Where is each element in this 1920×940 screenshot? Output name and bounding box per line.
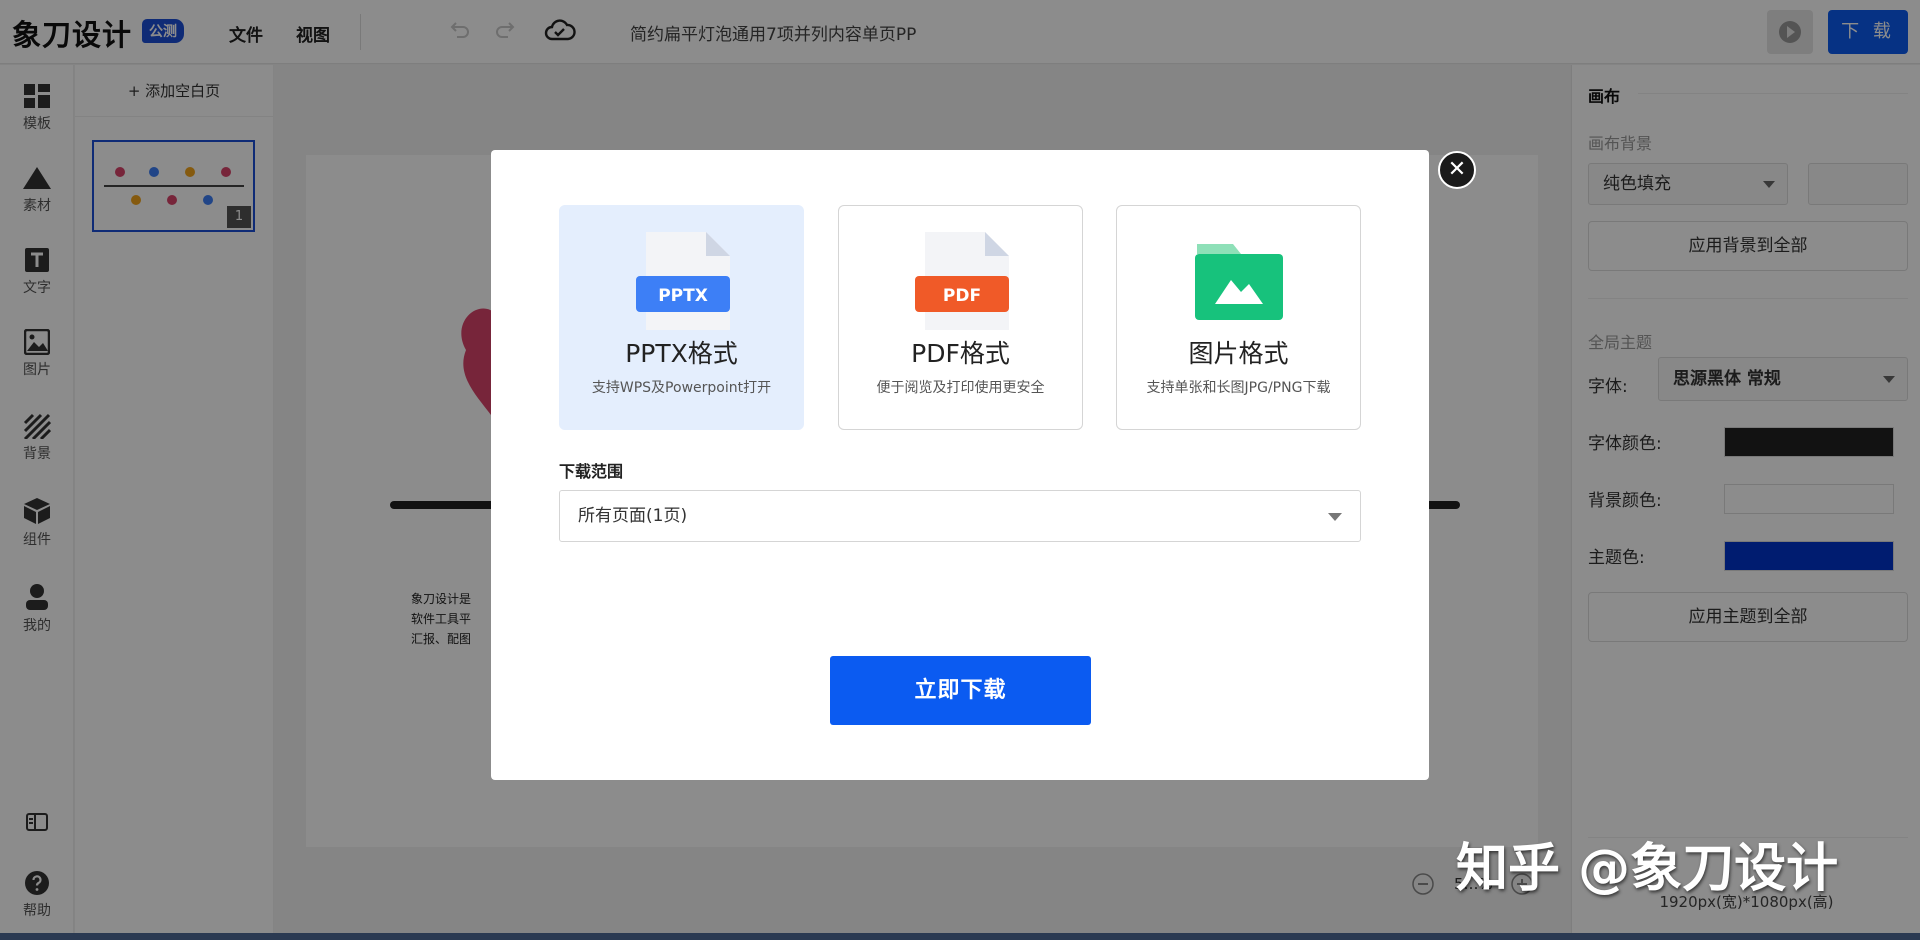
format-desc: 便于阅览及打印使用更安全 [876,380,1045,396]
download-dialog: PPTX PPTX格式 支持WPS及Powerpoint打开 PDF PDF格式… [491,150,1429,780]
format-name: PDF格式 [911,339,1010,368]
svg-text:PDF: PDF [943,286,981,306]
close-icon[interactable]: ✕ [1438,151,1476,189]
pptx-file-icon: PPTX [636,232,730,330]
format-name: 图片格式 [1188,339,1289,368]
image-folder-icon [1195,244,1283,320]
format-card-image[interactable]: 图片格式 支持单张和长图JPG/PNG下载 [1116,205,1361,430]
download-now-button[interactable]: 立即下载 [830,656,1091,725]
chevron-down-icon [1328,513,1342,521]
download-range-select[interactable]: 所有页面(1页) [559,490,1361,542]
format-desc: 支持单张和长图JPG/PNG下载 [1146,380,1331,396]
svg-text:PPTX: PPTX [658,286,708,306]
pdf-file-icon: PDF [915,232,1009,330]
format-card-pptx[interactable]: PPTX PPTX格式 支持WPS及Powerpoint打开 [559,205,804,430]
format-name: PPTX格式 [625,339,738,368]
download-range-label: 下载范围 [559,462,624,481]
format-card-pdf[interactable]: PDF PDF格式 便于阅览及打印使用更安全 [838,205,1083,430]
os-taskbar [0,933,1920,940]
watermark: 知乎 @象刀设计 [1456,839,1839,899]
format-desc: 支持WPS及Powerpoint打开 [591,380,772,396]
